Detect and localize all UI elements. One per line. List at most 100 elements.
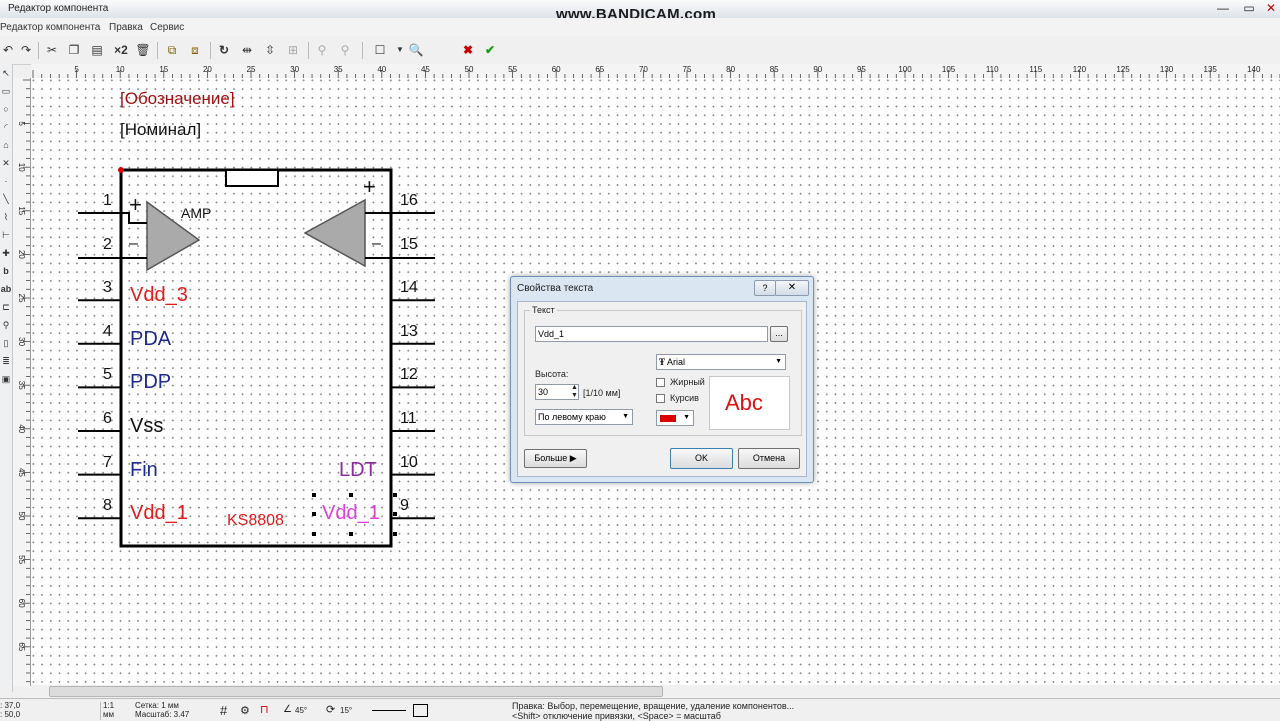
pin-number-left[interactable]: 8	[103, 497, 112, 515]
menu-component-editor[interactable]: Редактор компонента	[0, 22, 100, 33]
part-name-label[interactable]: KS8808	[227, 512, 284, 530]
arc-tool-icon[interactable]: ◜	[0, 120, 12, 134]
ruler-label: 5	[17, 121, 26, 126]
close-window-button[interactable]: ✕	[1258, 1, 1280, 16]
junction-tool-icon[interactable]: ✚	[0, 246, 12, 260]
line-tool-icon[interactable]: ╲	[0, 192, 12, 206]
height-stepper-icon[interactable]: ▲▼	[571, 384, 578, 400]
pin-name-left[interactable]: Vdd_1	[130, 502, 188, 525]
pin-number-right[interactable]: 14	[400, 279, 418, 297]
duplicate-button[interactable]: ×2	[111, 42, 131, 58]
ruler-label: 60	[17, 599, 26, 608]
nominal-label[interactable]: [Номинал]	[120, 120, 201, 140]
pin-number-right[interactable]: 16	[400, 192, 418, 210]
pin-number-left[interactable]: 2	[103, 236, 112, 254]
undo-icon[interactable]: ↶	[0, 42, 16, 58]
align-icon[interactable]: ⊞	[285, 42, 301, 58]
delete-icon[interactable]: 🗑	[135, 42, 151, 58]
dropdown-icon[interactable]: ▼	[392, 42, 408, 58]
magnet-icon[interactable]: ⊓	[260, 703, 269, 716]
snap-icon[interactable]: ⚙	[240, 704, 250, 717]
zoom-icon[interactable]: 🔍	[408, 42, 424, 58]
ungroup-icon[interactable]: ⧈	[187, 42, 203, 58]
lock-icon[interactable]: ⚲	[314, 42, 330, 58]
pin-name-left[interactable]: PDP	[130, 371, 171, 394]
text-tool-icon[interactable]: b	[0, 264, 12, 278]
box-tool-icon[interactable]: ▣	[0, 372, 12, 386]
italic-checkbox[interactable]	[656, 394, 665, 403]
pin-name-left[interactable]: Fin	[130, 459, 158, 482]
rotate-icon[interactable]: ↻	[216, 42, 232, 58]
cut-icon[interactable]: ✂	[44, 42, 60, 58]
more-button[interactable]: Больше ▶	[524, 449, 587, 468]
pin-number-left[interactable]: 3	[103, 279, 112, 297]
list-tool-icon[interactable]: ≣	[0, 354, 12, 368]
pin-number-left[interactable]: 7	[103, 454, 112, 472]
cancel-button[interactable]: Отмена	[738, 448, 800, 469]
color-select[interactable]: ▼	[656, 410, 694, 426]
ok-button[interactable]: OK	[670, 448, 733, 469]
height-label: Высота:	[535, 369, 568, 379]
pin-name-right[interactable]: Vdd_1	[322, 502, 380, 525]
angle-step-1[interactable]: 45°	[295, 706, 307, 715]
pin-number-right[interactable]: 9	[400, 497, 409, 515]
browse-button[interactable]: ...	[770, 326, 788, 342]
line-style-icon[interactable]	[372, 710, 406, 711]
cancel-icon[interactable]: ✖	[460, 42, 476, 58]
paste-icon[interactable]: ▤	[89, 42, 105, 58]
pin-number-right[interactable]: 11	[400, 410, 417, 428]
angle-step-2[interactable]: 15°	[340, 706, 352, 715]
pin-number-right[interactable]: 13	[400, 323, 418, 341]
group-icon[interactable]: ⧉	[164, 42, 180, 58]
dialog-close-button[interactable]: ✕	[775, 280, 809, 296]
pin-tool-icon[interactable]: ⊢	[0, 228, 12, 242]
dialog-help-button[interactable]: ?	[754, 280, 776, 296]
fill-style-icon[interactable]	[413, 704, 428, 717]
pin-name-left[interactable]: Vdd_3	[130, 284, 188, 307]
rectangle-tool-icon[interactable]: ▭	[0, 84, 12, 98]
polyline-tool-icon[interactable]: ⌇	[0, 210, 12, 224]
pin-name-left[interactable]: PDA	[130, 328, 171, 351]
grid-toggle-icon[interactable]: #	[220, 703, 227, 718]
select-tool-icon[interactable]: ↖	[0, 66, 12, 80]
scrollbar-thumb[interactable]	[49, 686, 663, 697]
ruler-label: 85	[770, 65, 779, 74]
pin-number-right[interactable]: 10	[400, 454, 418, 472]
label-tool-icon[interactable]: ab	[0, 282, 12, 296]
apply-icon[interactable]: ✔	[482, 42, 498, 58]
pin-number-left[interactable]: 5	[103, 366, 112, 384]
cross-tool-icon[interactable]: ✕	[0, 156, 12, 170]
truetype-icon: Ŧ	[659, 357, 665, 367]
minimize-button[interactable]: —	[1210, 1, 1236, 16]
mirror-v-icon[interactable]: ⇳	[262, 42, 278, 58]
magnify-tool-icon[interactable]: ⚲	[0, 318, 12, 332]
copy-icon[interactable]: ❐	[66, 42, 82, 58]
pin-name-right[interactable]: LDT	[339, 459, 377, 482]
font-select[interactable]: Ŧ Arial ▼	[656, 354, 786, 370]
ruler-label: 50	[465, 65, 474, 74]
pin-number-left[interactable]: 6	[103, 410, 112, 428]
pin-number-right[interactable]: 15	[400, 236, 418, 254]
amp-label[interactable]: AMP	[181, 205, 211, 221]
pin-number-right[interactable]: 12	[400, 366, 418, 384]
menu-service[interactable]: Сервис	[150, 22, 184, 33]
pin-name-left[interactable]: Vss	[130, 415, 163, 438]
mirror-h-icon[interactable]: ⇹	[239, 42, 255, 58]
point-tool-icon[interactable]: ·	[0, 174, 12, 188]
unlock-icon[interactable]: ⚲	[337, 42, 353, 58]
menu-edit[interactable]: Правка	[109, 22, 143, 33]
ruler-label: 120	[1073, 65, 1087, 74]
rectangle-icon[interactable]: ☐	[372, 42, 388, 58]
alignment-select[interactable]: По левому краю ▼	[535, 409, 633, 425]
text-input[interactable]: Vdd_1	[535, 326, 768, 342]
polygon-tool-icon[interactable]: ⌂	[0, 138, 12, 152]
bold-checkbox[interactable]	[656, 378, 665, 387]
frame-tool-icon[interactable]: ▯	[0, 336, 12, 350]
ellipse-tool-icon[interactable]: ○	[0, 102, 12, 116]
designator-label[interactable]: [Обозначение]	[120, 89, 235, 109]
horizontal-scrollbar[interactable]	[31, 685, 1280, 697]
pin-number-left[interactable]: 4	[103, 323, 112, 341]
redo-icon[interactable]: ↷	[18, 42, 34, 58]
pin-number-left[interactable]: 1	[103, 192, 112, 210]
measure-tool-icon[interactable]: ⊏	[0, 300, 12, 314]
